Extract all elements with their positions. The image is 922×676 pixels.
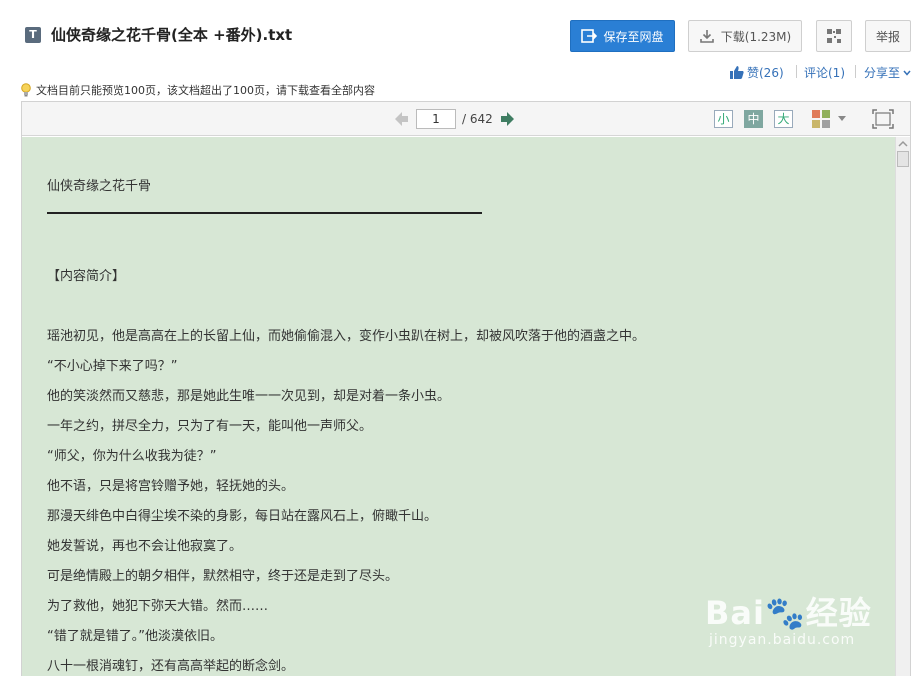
save-to-disk-icon bbox=[581, 29, 598, 43]
preview-limit-notice: 文档目前只能预览100页，该文档超出了100页，请下载查看全部内容 bbox=[20, 82, 375, 98]
download-button[interactable]: 下载(1.23M) bbox=[688, 20, 802, 52]
grid-layout-icon bbox=[812, 110, 830, 128]
document-title: 仙侠奇缘之花千骨(全本 +番外).txt bbox=[51, 26, 293, 44]
title-underline bbox=[47, 212, 482, 214]
paragraph-line: 瑶池初见，他是高高在上的长留上仙，而她偷偷混入，变作小虫趴在树上，却被风吹落于他… bbox=[47, 329, 646, 344]
paragraph-line: 八十一根消魂钉，还有高高举起的断念剑。 bbox=[47, 659, 295, 674]
prev-page-icon[interactable] bbox=[392, 110, 410, 128]
paragraph-line: “不小心掉下来了吗？” bbox=[47, 359, 178, 374]
qr-code-icon bbox=[827, 29, 841, 43]
chevron-down-icon bbox=[903, 70, 911, 76]
comment-count: 评论(1) bbox=[804, 66, 845, 80]
share-label: 分享至 bbox=[864, 66, 901, 80]
report-button[interactable]: 举报 bbox=[865, 20, 911, 52]
vertical-scrollbar[interactable] bbox=[895, 137, 910, 676]
paragraph-line: 为了救他，她犯下弥天大错。然而…… bbox=[47, 599, 269, 614]
font-size-large-button[interactable]: 大 bbox=[774, 110, 793, 128]
txt-file-icon: T bbox=[25, 27, 41, 43]
book-title: 仙侠奇缘之花千骨 bbox=[47, 179, 152, 194]
watermark-logo: Bai🐾经验 bbox=[705, 594, 872, 632]
lightbulb-icon bbox=[21, 83, 31, 97]
baidu-jingyan-watermark: Bai🐾经验 jingyan.baidu.com bbox=[705, 588, 885, 660]
paragraph-line: “错了就是错了。”他淡漠依旧。 bbox=[47, 629, 223, 644]
total-pages: / 642 bbox=[462, 112, 493, 126]
paragraph-line: 可是绝情殿上的朝夕相伴，默然相守，终于还是走到了尽头。 bbox=[47, 569, 399, 584]
paragraph-line: 他的笑淡然而又慈悲，那是她此生唯一一次见到，却是对着一条小虫。 bbox=[47, 389, 451, 404]
next-page-icon[interactable] bbox=[499, 110, 517, 128]
font-size-medium-button[interactable]: 中 bbox=[744, 110, 763, 128]
layout-dropdown[interactable] bbox=[812, 110, 846, 128]
notice-text: 文档目前只能预览100页，该文档超出了100页，请下载查看全部内容 bbox=[36, 84, 375, 97]
section-heading: 【内容简介】 bbox=[47, 269, 126, 284]
page-navigator: / 642 bbox=[392, 109, 517, 129]
chevron-down-icon bbox=[838, 116, 846, 121]
share-dropdown[interactable]: 分享至 bbox=[864, 64, 911, 81]
divider bbox=[855, 65, 856, 78]
paragraph-line: 他不语，只是将宫铃赠予她，轻抚她的头。 bbox=[47, 479, 295, 494]
paragraph-line: 那漫天绯色中白得尘埃不染的身影，每日站在露风石上，俯瞰千山。 bbox=[47, 509, 438, 524]
scrollbar-thumb[interactable] bbox=[897, 151, 909, 167]
document-header: T 仙侠奇缘之花千骨(全本 +番外).txt 保存至网盘 下载(1.23M) 举… bbox=[0, 0, 922, 97]
comment-link[interactable]: 评论(1) bbox=[804, 64, 845, 81]
download-icon bbox=[699, 30, 714, 43]
paragraph-line: 她发誓说，再也不会让他寂寞了。 bbox=[47, 539, 243, 554]
qr-code-button[interactable] bbox=[816, 20, 852, 52]
scroll-up-icon[interactable] bbox=[898, 139, 908, 149]
fullscreen-icon[interactable] bbox=[872, 109, 894, 129]
like-count: 赞(26) bbox=[747, 66, 784, 80]
save-to-netdisk-button[interactable]: 保存至网盘 bbox=[570, 20, 675, 52]
font-size-small-button[interactable]: 小 bbox=[714, 110, 733, 128]
paragraph-line: “师父，你为什么收我为徒？” bbox=[47, 449, 217, 464]
save-button-label: 保存至网盘 bbox=[603, 29, 664, 44]
paragraph-line: 一年之约，拼尽全力，只为了有一天，能叫他一声师父。 bbox=[47, 419, 373, 434]
divider bbox=[796, 65, 797, 78]
watermark-url: jingyan.baidu.com bbox=[709, 632, 856, 648]
download-button-label: 下载(1.23M) bbox=[720, 29, 792, 44]
page-number-input[interactable] bbox=[416, 109, 456, 129]
like-button[interactable]: 赞(26) bbox=[730, 64, 784, 81]
viewer-toolbar: / 642 小 中 大 bbox=[22, 102, 910, 136]
thumbs-up-icon bbox=[730, 66, 744, 79]
